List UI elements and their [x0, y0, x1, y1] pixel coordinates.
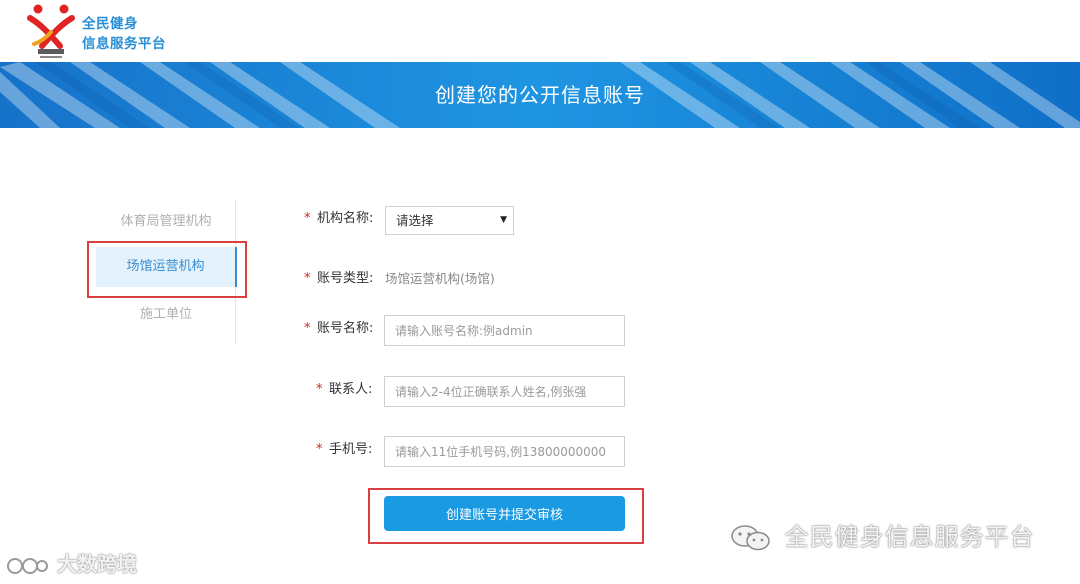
wechat-icon [728, 523, 772, 553]
logo-text: 全民健身 信息服务平台 [82, 14, 166, 54]
account-type-value: 场馆运营机构(场馆) [385, 271, 495, 286]
logo-line1: 全民健身 [82, 16, 138, 32]
watermark-right: 全民健身信息服务平台 [728, 517, 1035, 557]
watermark-logo-icon [6, 553, 50, 579]
org-name-selected: 请选择 [396, 213, 434, 228]
phone-label: 手机号: [329, 442, 373, 457]
required-mark: * [304, 211, 311, 226]
page-title: 创建您的公开信息账号 [435, 83, 645, 107]
org-name-label: 机构名称: [317, 211, 374, 226]
dropdown-caret-icon: ▼ [500, 215, 507, 225]
contact-input[interactable] [384, 376, 625, 407]
fitness-logo-icon[interactable] [26, 2, 76, 60]
required-mark: * [304, 271, 311, 286]
account-type-label: 账号类型: [317, 271, 374, 286]
type-item-construction[interactable]: 施工单位 [96, 295, 236, 335]
phone-input[interactable] [384, 436, 625, 467]
required-mark: * [316, 382, 323, 397]
selection-highlight-box [87, 241, 247, 298]
required-mark: * [316, 442, 323, 457]
required-mark: * [304, 321, 311, 336]
logo-line2: 信息服务平台 [82, 36, 166, 52]
page-banner: 创建您的公开信息账号 [0, 62, 1080, 128]
org-name-select[interactable]: 请选择 ▼ [385, 206, 514, 235]
type-item-sports-bureau[interactable]: 体育局管理机构 [96, 202, 236, 242]
account-name-input[interactable] [384, 315, 625, 346]
account-name-label: 账号名称: [317, 321, 374, 336]
watermark-left-text: 大数跨境 [56, 552, 137, 576]
watermark-left: 大数跨境 [6, 548, 137, 580]
create-account-submit-button[interactable]: 创建账号并提交审核 [384, 496, 625, 531]
contact-label: 联系人: [329, 382, 373, 397]
watermark-right-text: 全民健身信息服务平台 [784, 523, 1035, 551]
site-header: 全民健身 信息服务平台 [0, 0, 1080, 62]
